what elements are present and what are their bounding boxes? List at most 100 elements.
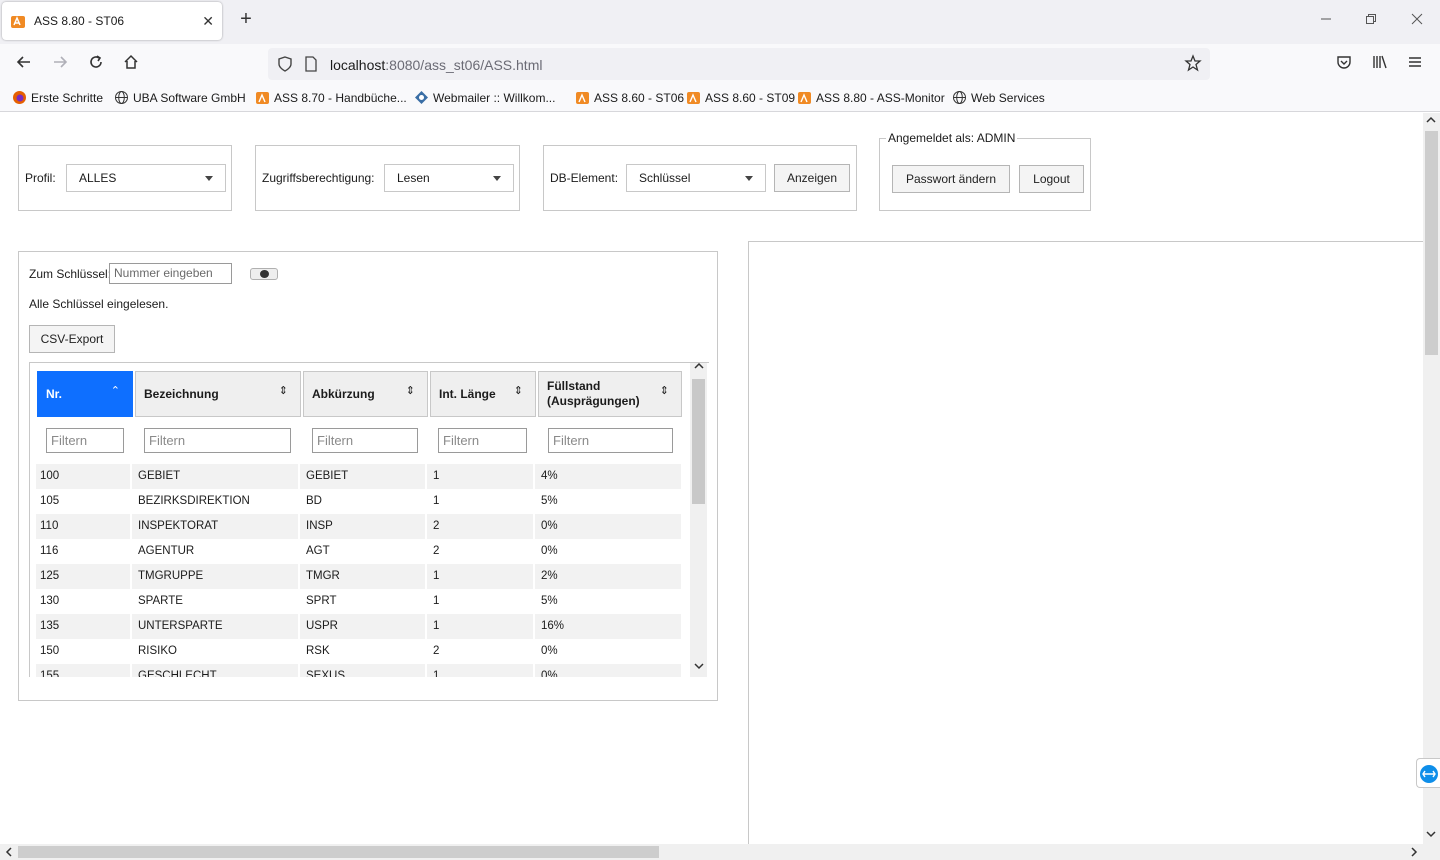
bookmark-erste-schritte[interactable]: Erste Schritte <box>12 90 103 105</box>
table-row[interactable]: 155 GESCHLECHT SEXUS 1 0% <box>36 664 681 677</box>
table-cell: RSK <box>306 645 330 657</box>
column-header-fuellstand[interactable]: Füllstand (Ausprägungen) ⇕ <box>538 371 682 417</box>
schluessel-nummer-input[interactable]: Nummer eingeben <box>109 263 232 284</box>
filter-input-abkuerzung[interactable]: Filtern <box>312 428 418 453</box>
minimize-icon[interactable] <box>1316 12 1336 28</box>
table-cell: 0% <box>541 670 558 677</box>
forward-icon[interactable] <box>49 53 71 75</box>
url-bar[interactable]: localhost:8080/ass_st06/ASS.html <box>268 48 1210 80</box>
new-tab-button[interactable]: + <box>236 8 256 31</box>
bookmark-web-services[interactable]: Web Services <box>952 90 1045 105</box>
bookmark-ass-860-st09[interactable]: ASS 8.60 - ST09 <box>686 90 795 105</box>
bookmark-ass-monitor[interactable]: ASS 8.80 - ASS-Monitor <box>797 90 945 105</box>
scroll-right-icon[interactable] <box>1409 847 1419 860</box>
tab-close-icon[interactable]: ✕ <box>202 13 214 30</box>
sort-icon: ⇕ <box>659 385 669 397</box>
profil-select[interactable]: ALLES <box>66 164 226 192</box>
tracking-shield-icon[interactable] <box>276 55 294 73</box>
chevron-down-icon <box>205 176 213 181</box>
login-fieldset: Angemeldet als: ADMIN Passwort ändern Lo… <box>879 131 1091 211</box>
profil-label: Profil: <box>25 171 56 185</box>
library-icon[interactable] <box>1369 53 1391 75</box>
filter-input-int-laenge[interactable]: Filtern <box>438 428 527 453</box>
passwort-aendern-button[interactable]: Passwort ändern <box>892 165 1010 193</box>
back-icon[interactable] <box>13 53 35 75</box>
dbelement-label: DB-Element: <box>550 171 619 185</box>
scroll-down-icon[interactable] <box>1426 829 1436 842</box>
filter-input-bezeichnung[interactable]: Filtern <box>144 428 291 453</box>
table-cell: SPRT <box>306 595 337 607</box>
table-cell: 1 <box>429 614 535 639</box>
pocket-icon[interactable] <box>1333 53 1355 75</box>
table-scrollbar-thumb[interactable] <box>692 379 705 504</box>
logout-button[interactable]: Logout <box>1019 165 1084 193</box>
table-row[interactable]: 150 RISIKO RSK 2 0% <box>36 639 681 664</box>
table-cell: 1 <box>429 664 535 677</box>
restore-icon[interactable] <box>1361 12 1381 28</box>
bookmark-label: Erste Schritte <box>31 90 104 105</box>
column-header-int-laenge[interactable]: Int. Länge ⇕ <box>430 371 536 417</box>
bookmark-star-icon[interactable] <box>1184 54 1202 72</box>
table-cell: GEBIET <box>302 464 427 489</box>
bookmark-webmailer[interactable]: Webmailer :: Willkom... <box>414 90 555 105</box>
table-cell: INSP <box>302 514 427 539</box>
page-info-icon[interactable] <box>304 56 318 72</box>
table-row[interactable]: 110 INSPEKTORAT INSP 2 0% <box>36 514 681 539</box>
table-cell: 105 <box>40 495 60 507</box>
column-header-abkuerzung[interactable]: Abkürzung ⇕ <box>303 371 428 417</box>
profil-selected-value: ALLES <box>79 171 117 185</box>
close-window-icon[interactable] <box>1407 12 1427 28</box>
column-header-nr[interactable]: Nr. ⌃ <box>37 371 133 417</box>
page-horizontal-scrollbar[interactable] <box>0 844 1440 860</box>
ass-app-icon <box>687 92 700 104</box>
zugriff-select[interactable]: Lesen <box>384 164 514 192</box>
table-cell: 130 <box>40 595 60 607</box>
table-row[interactable]: 100 GEBIET GEBIET 1 4% <box>36 464 681 489</box>
csv-export-button[interactable]: CSV-Export <box>29 325 115 353</box>
table-cell: GESCHLECHT <box>134 664 300 677</box>
header-line-2: (Ausprägungen) <box>547 394 640 408</box>
table-row[interactable]: 130 SPARTE SPRT 1 5% <box>36 589 681 614</box>
ass-app-icon <box>256 92 269 104</box>
bookmark-uba-software[interactable]: UBA Software GmbH <box>114 90 246 105</box>
column-header-label: Int. Länge <box>439 387 496 401</box>
table-cell: 0% <box>541 645 558 657</box>
page-vertical-scrollbar[interactable] <box>1423 113 1440 844</box>
reload-icon[interactable] <box>85 53 107 75</box>
scroll-up-icon[interactable] <box>1426 115 1436 128</box>
table-cell: 2 <box>433 545 440 557</box>
page-hscrollbar-thumb[interactable] <box>18 846 659 858</box>
bookmark-ass-870-handbuecher[interactable]: ASS 8.70 - Handbüche... <box>255 90 407 105</box>
chevron-down-icon <box>745 176 753 181</box>
table-cell: 5% <box>541 595 558 607</box>
page-scrollbar-thumb[interactable] <box>1425 131 1438 355</box>
table-scrollbar[interactable] <box>690 363 707 677</box>
table-cell: 150 <box>40 645 60 657</box>
zugriff-label: Zugriffsberechtigung: <box>262 171 375 185</box>
table-cell: TMGRUPPE <box>134 564 300 589</box>
scroll-up-icon[interactable] <box>692 363 705 374</box>
go-button[interactable] <box>250 268 278 280</box>
dbelement-select[interactable]: Schlüssel <box>626 164 766 192</box>
filter-input-nr[interactable]: Filtern <box>46 428 124 453</box>
browser-tab-active[interactable]: ASS 8.80 - ST06 ✕ <box>2 2 222 40</box>
firefox-icon <box>13 91 26 104</box>
menu-icon[interactable] <box>1404 53 1426 75</box>
table-row[interactable]: 105 BEZIRKSDIREKTION BD 1 5% <box>36 489 681 514</box>
table-cell: 125 <box>36 564 132 589</box>
table-cell: 1 <box>433 595 440 607</box>
filter-input-fuellstand[interactable]: Filtern <box>548 428 673 453</box>
column-header-bezeichnung[interactable]: Bezeichnung ⇕ <box>135 371 301 417</box>
table-row[interactable]: 125 TMGRUPPE TMGR 1 2% <box>36 564 681 589</box>
home-icon[interactable] <box>120 53 142 75</box>
scroll-down-icon[interactable] <box>692 661 705 674</box>
profil-box: Profil: ALLES <box>18 145 232 211</box>
anzeigen-button[interactable]: Anzeigen <box>774 164 850 192</box>
zugriff-selected-value: Lesen <box>397 171 430 185</box>
teamviewer-widget[interactable] <box>1416 758 1440 788</box>
table-row[interactable]: 135 UNTERSPARTE USPR 1 16% <box>36 614 681 639</box>
table-row[interactable]: 116 AGENTUR AGT 2 0% <box>36 539 681 564</box>
bookmark-ass-860-st06[interactable]: ASS 8.60 - ST06 <box>575 90 684 105</box>
table-cell: 110 <box>36 514 132 539</box>
scroll-left-icon[interactable] <box>4 847 14 860</box>
